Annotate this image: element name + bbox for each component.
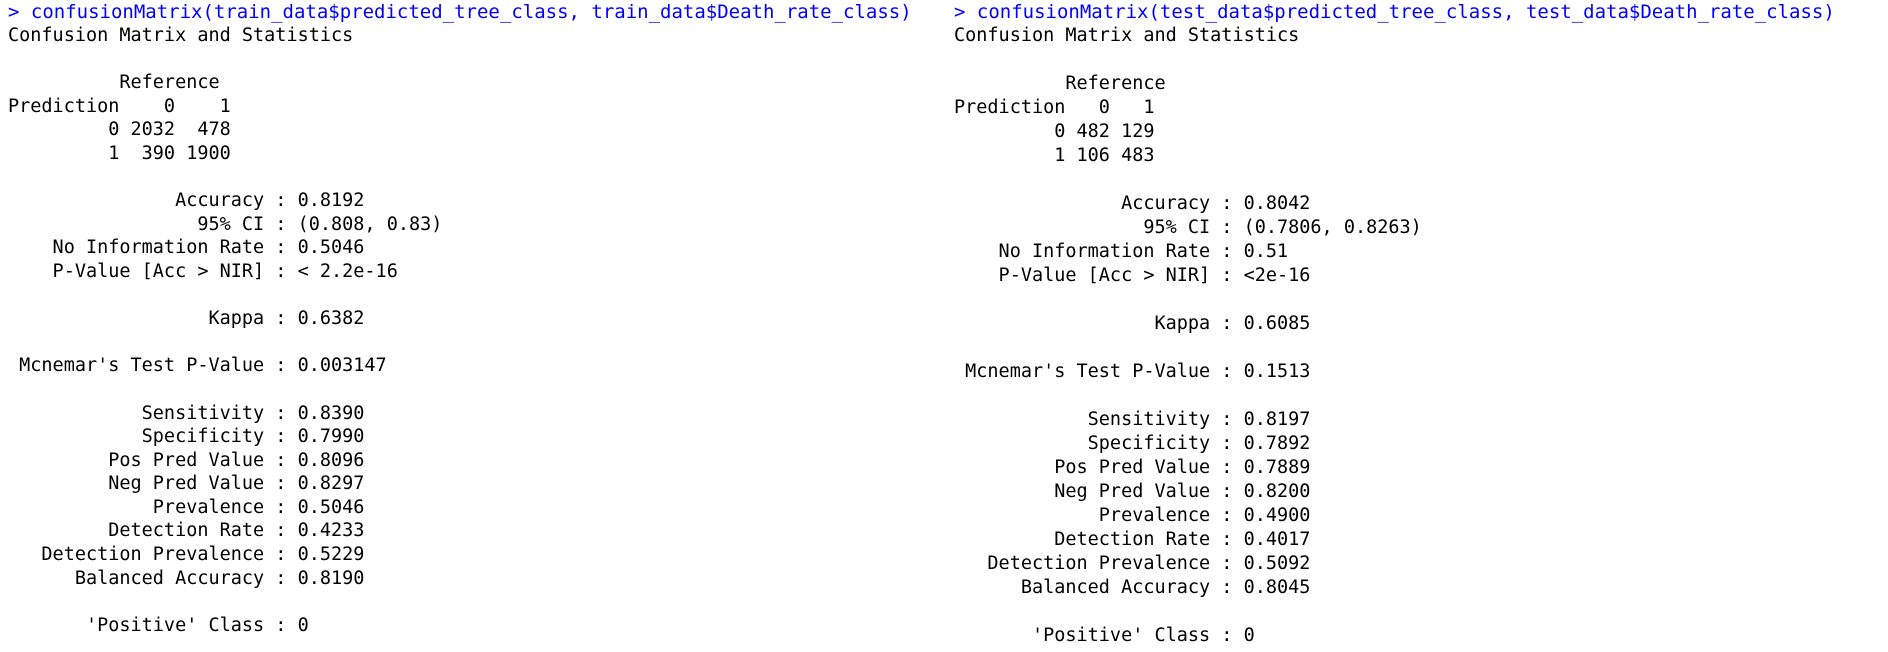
test-command-line[interactable]: > confusionMatrix(test_data$predicted_tr… — [954, 0, 1884, 24]
test-confusion-matrix-output: Confusion Matrix and Statistics Referenc… — [954, 25, 1422, 646]
train-confusion-matrix-output: Confusion Matrix and Statistics Referenc… — [8, 25, 443, 636]
train-command-line[interactable]: > confusionMatrix(train_data$predicted_t… — [8, 0, 948, 24]
test-console-output: > confusionMatrix(test_data$predicted_tr… — [954, 0, 1884, 652]
train-console-output: > confusionMatrix(train_data$predicted_t… — [8, 0, 948, 652]
